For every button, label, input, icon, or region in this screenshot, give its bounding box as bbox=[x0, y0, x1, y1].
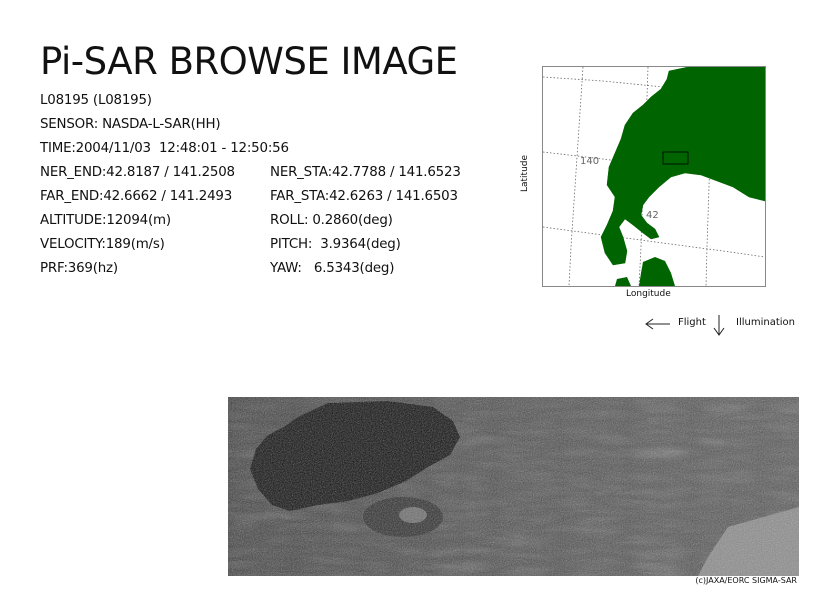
map-graphic: 140 42 bbox=[542, 66, 766, 287]
latitude-label: Latitude bbox=[520, 154, 530, 192]
longitude-label: Longitude bbox=[626, 289, 671, 299]
prf: PRF:369(hz) bbox=[40, 261, 118, 276]
ner-sta: NER_STA:42.7788 / 141.6523 bbox=[270, 165, 461, 180]
location-map: 140 42 bbox=[542, 66, 766, 287]
far-sta: FAR_STA:42.6263 / 141.6503 bbox=[270, 189, 458, 204]
altitude: ALTITUDE:12094(m) bbox=[40, 213, 171, 228]
ner-end: NER_END:42.8187 / 141.2508 bbox=[40, 165, 235, 180]
illumination-label: Illumination bbox=[736, 317, 795, 328]
copyright-credit: (c)JAXA/EORC SIGMA-SAR bbox=[695, 576, 797, 585]
land-hokkaido bbox=[600, 66, 766, 266]
land-south-1 bbox=[639, 257, 675, 286]
sensor-line: SENSOR: NASDA-L-SAR(HH) bbox=[40, 117, 221, 132]
scene-id: L08195 (L08195) bbox=[40, 93, 152, 108]
far-end: FAR_END:42.6662 / 141.2493 bbox=[40, 189, 233, 204]
arrow-left-icon bbox=[645, 318, 670, 330]
grid-label-lat: 42 bbox=[646, 210, 659, 221]
sar-browse-image bbox=[228, 397, 799, 576]
velocity: VELOCITY:189(m/s) bbox=[40, 237, 165, 252]
flight-label: Flight bbox=[678, 317, 706, 328]
roll: ROLL: 0.2860(deg) bbox=[270, 213, 393, 228]
pitch: PITCH: 3.9364(deg) bbox=[270, 237, 401, 252]
yaw: YAW: 6.5343(deg) bbox=[270, 261, 395, 276]
arrow-down-icon bbox=[713, 315, 725, 336]
time-line: TIME:2004/11/03 12:48:01 - 12:50:56 bbox=[40, 141, 289, 156]
page-title: Pi-SAR BROWSE IMAGE bbox=[40, 40, 458, 83]
land-south-2 bbox=[615, 277, 631, 286]
grid-label-lon: 140 bbox=[580, 156, 599, 167]
